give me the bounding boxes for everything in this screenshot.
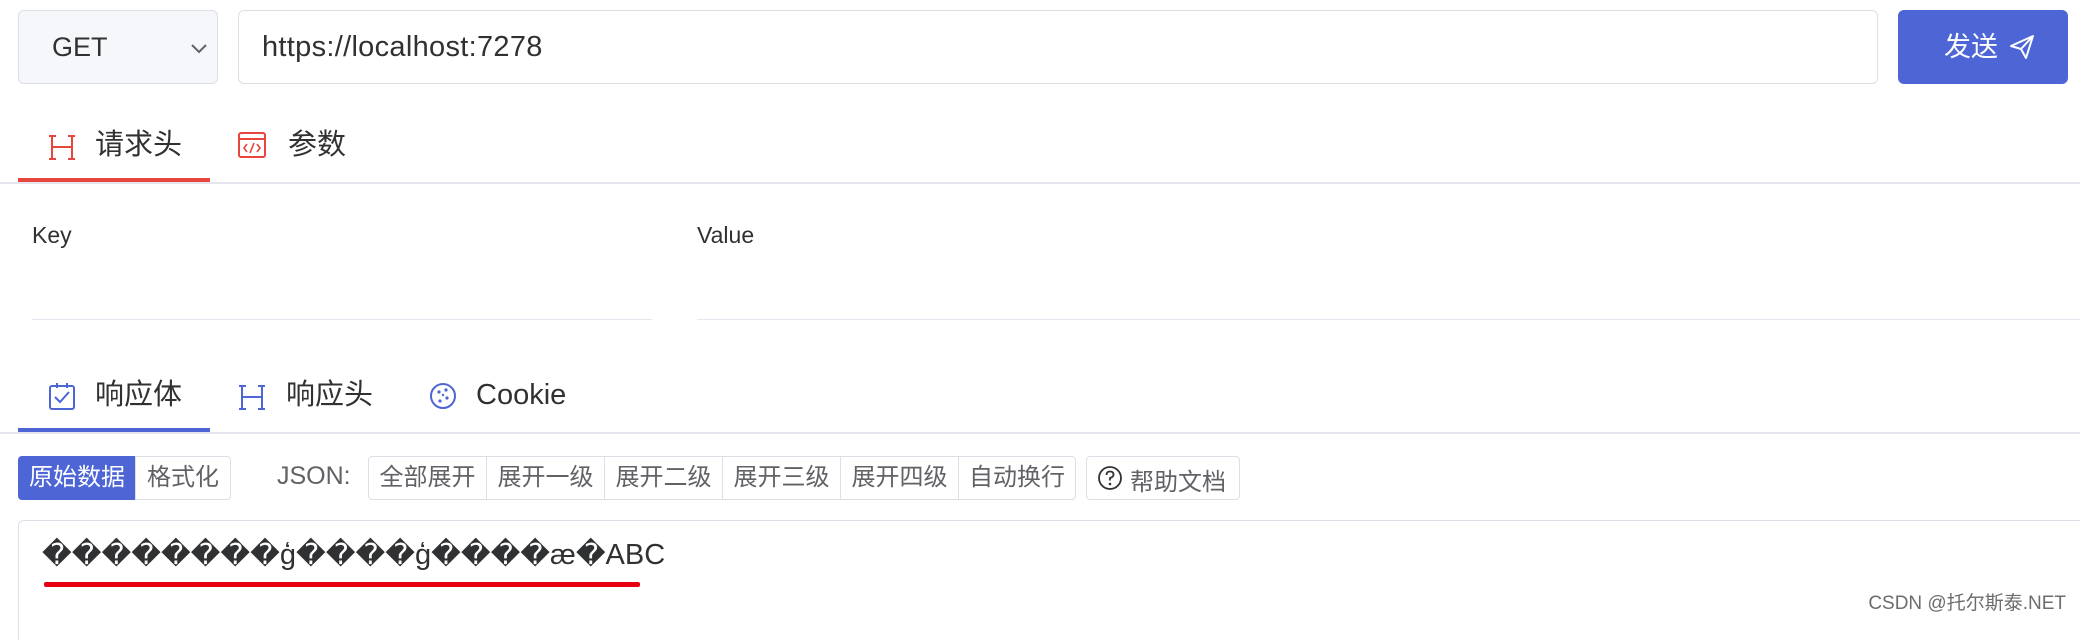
tab-request-headers-label: 请求头 xyxy=(95,129,183,161)
value-input-underline xyxy=(697,319,2080,320)
help-icon xyxy=(1098,466,1122,490)
heading-icon xyxy=(49,135,75,160)
expand-level-3-button[interactable]: 展开三级 xyxy=(722,456,841,500)
send-icon xyxy=(2010,35,2034,59)
expand-level-2-button[interactable]: 展开二级 xyxy=(604,456,723,500)
response-body-text: ��������ģ����ģ����æ�ABC xyxy=(42,539,666,571)
code-window-icon xyxy=(238,132,266,158)
auto-wrap-button[interactable]: 自动换行 xyxy=(958,456,1076,500)
key-input-underline xyxy=(32,319,652,320)
help-docs-label: 帮助文档 xyxy=(1130,469,1226,496)
tab-cookie-label: Cookie xyxy=(476,379,567,411)
url-value: https://localhost:7278 xyxy=(262,31,543,63)
watermark: CSDN @托尔斯泰.NET xyxy=(1868,593,2066,614)
request-tabs-divider xyxy=(0,182,2080,184)
expand-level-4-button[interactable]: 展开四级 xyxy=(840,456,959,500)
heading-icon xyxy=(239,385,265,410)
red-underline-annotation xyxy=(44,582,640,587)
chevron-down-icon xyxy=(191,44,207,54)
json-label: JSON: xyxy=(277,462,351,490)
value-column-header: Value xyxy=(697,222,755,248)
tab-response-body-label: 响应体 xyxy=(95,379,183,411)
expand-level-1-button[interactable]: 展开一级 xyxy=(486,456,605,500)
response-tabs-divider xyxy=(0,432,2080,434)
tab-response-headers-label: 响应头 xyxy=(286,379,374,411)
expand-all-button[interactable]: 全部展开 xyxy=(368,456,487,500)
method-value: GET xyxy=(52,32,108,62)
value-input[interactable] xyxy=(697,270,2080,320)
send-button-label: 发送 xyxy=(1944,32,1998,62)
key-column-header: Key xyxy=(32,222,72,248)
checkbox-icon xyxy=(49,383,75,410)
tab-params-label: 参数 xyxy=(288,129,347,161)
key-input[interactable] xyxy=(32,270,652,320)
raw-data-button[interactable]: 原始数据 xyxy=(18,456,136,500)
format-button[interactable]: 格式化 xyxy=(135,456,231,500)
cookie-icon xyxy=(430,383,456,409)
